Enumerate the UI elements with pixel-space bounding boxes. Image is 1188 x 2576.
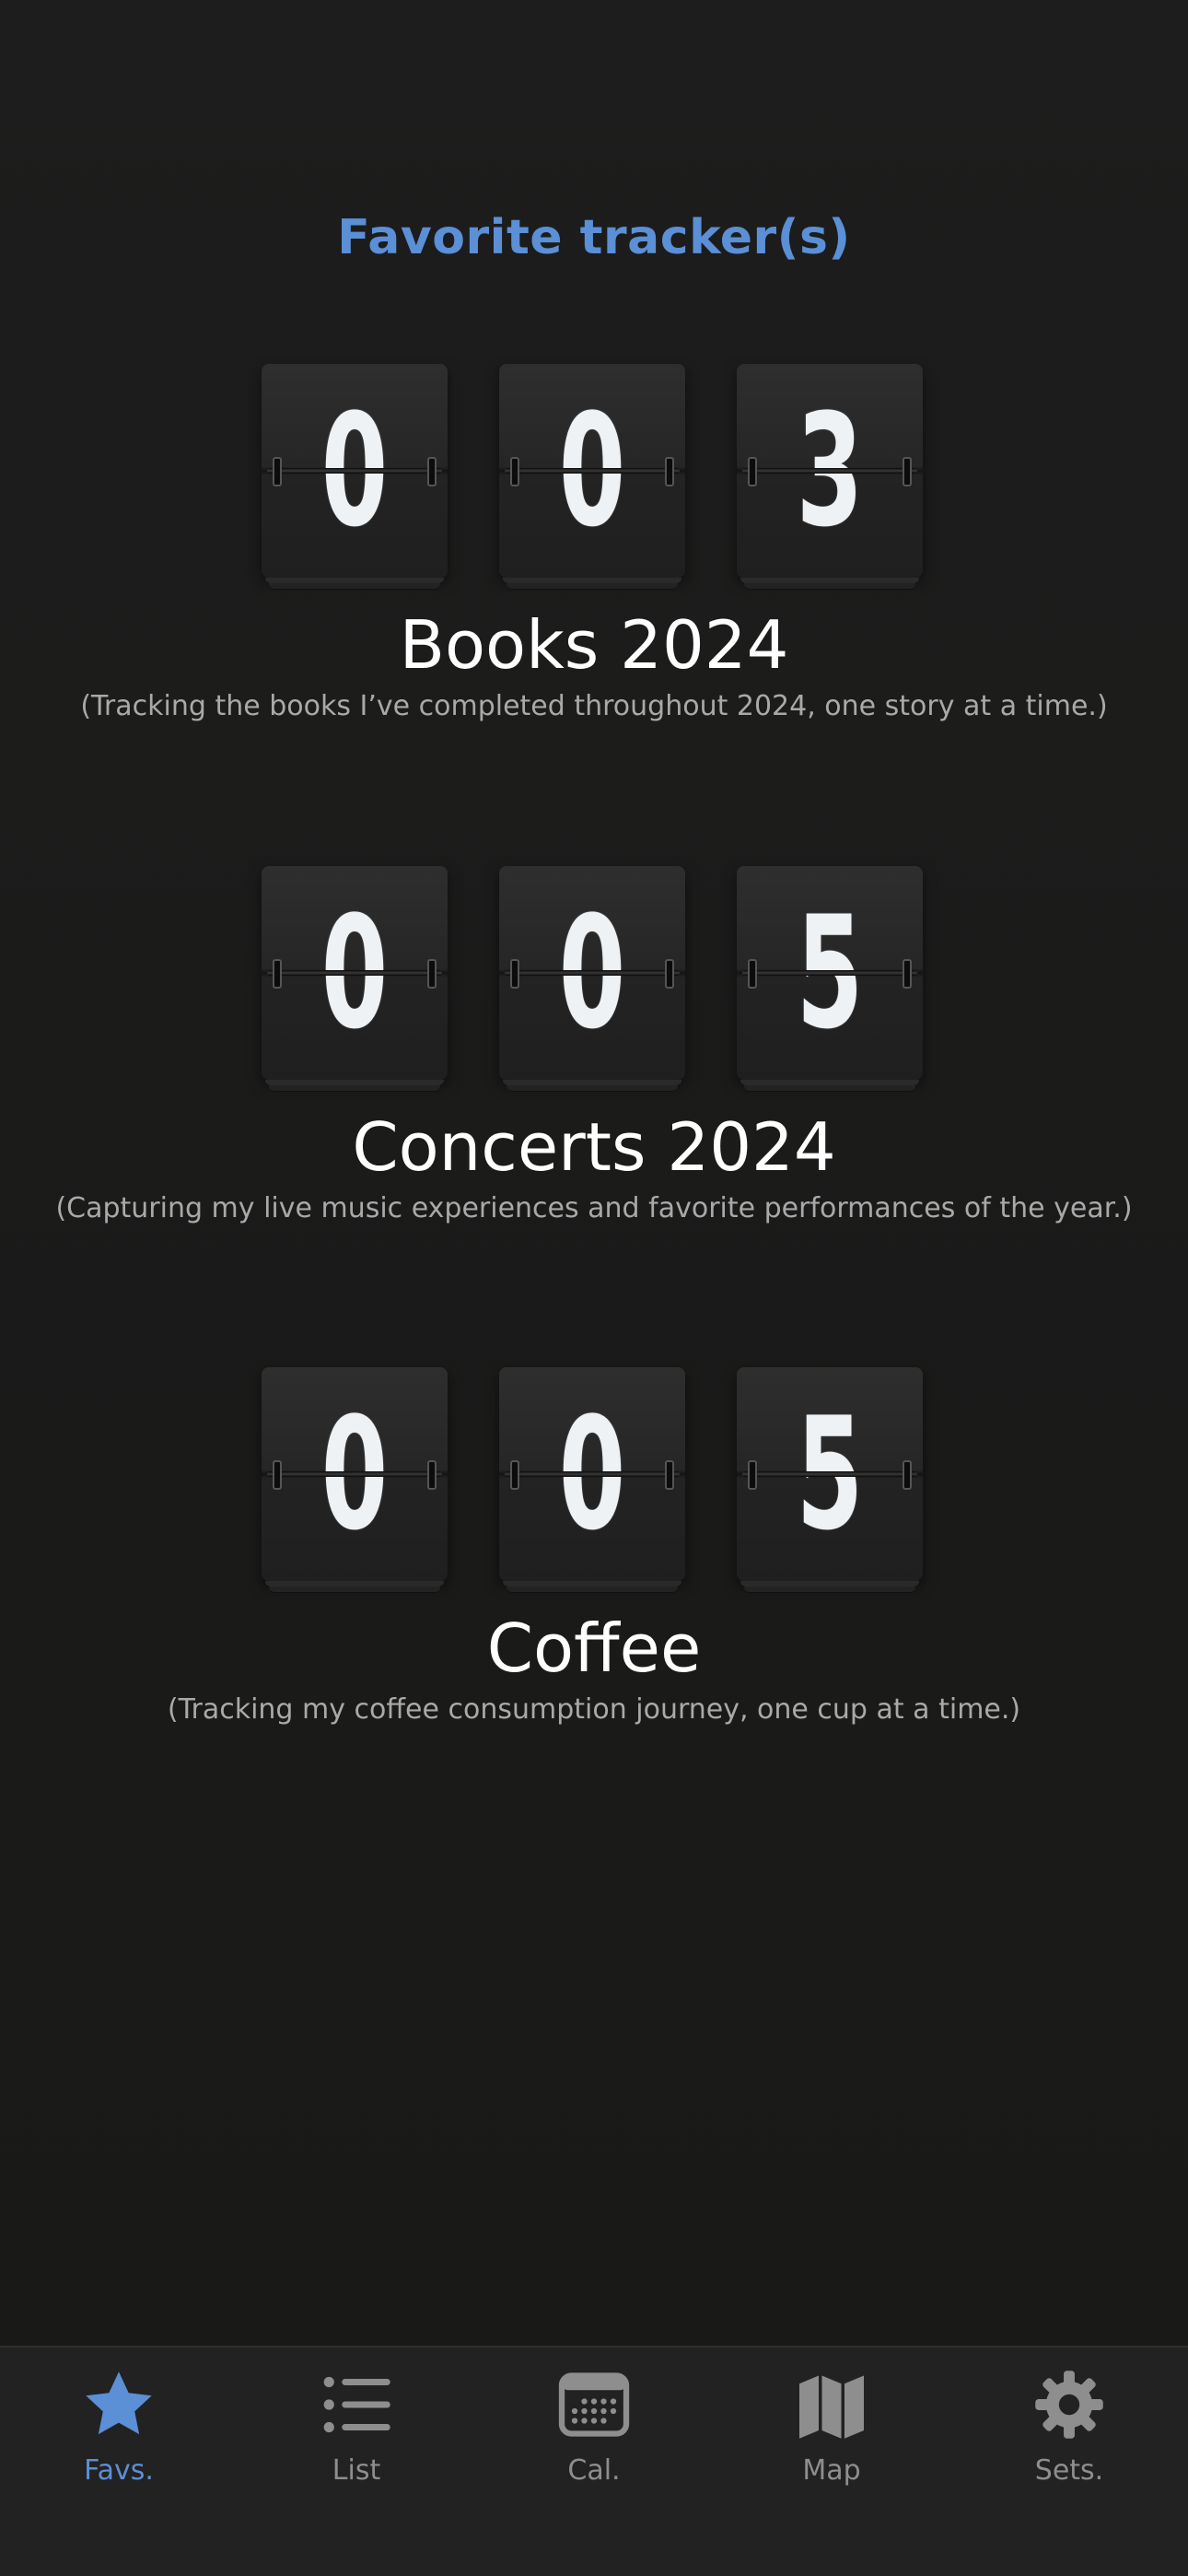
flip-digit: 0 bbox=[499, 866, 685, 1093]
tab-label: Sets. bbox=[1034, 2454, 1104, 2487]
flip-digit: 0 bbox=[262, 1367, 448, 1594]
star-icon bbox=[86, 2371, 152, 2435]
tracker-description: (Capturing my live music experiences and… bbox=[55, 1192, 1133, 1224]
tab-label: Map bbox=[802, 2454, 861, 2487]
tab-list[interactable]: List bbox=[238, 2366, 475, 2504]
calendar-icon bbox=[558, 2372, 630, 2437]
tracker-card[interactable]: 0 0 5 Concerts 2024 (Capturing my live m… bbox=[0, 866, 1188, 1229]
flip-counter: 0 0 3 bbox=[0, 364, 1188, 591]
list-icon bbox=[323, 2376, 390, 2433]
tab-bar: Favs. List Cal. Map Sets. bbox=[0, 2346, 1188, 2576]
tab-calendar[interactable]: Cal. bbox=[475, 2366, 713, 2504]
flip-digit: 5 bbox=[737, 866, 923, 1093]
flip-digit: 0 bbox=[262, 364, 448, 591]
tracker-card[interactable]: 0 0 3 Books 2024 (Tracking the books I’v… bbox=[0, 364, 1188, 727]
flip-digit: 5 bbox=[737, 1367, 923, 1594]
tracker-card[interactable]: 0 0 5 Coffee (Tracking my coffee consump… bbox=[0, 1367, 1188, 1730]
tab-label: Cal. bbox=[567, 2454, 621, 2487]
flip-counter: 0 0 5 bbox=[0, 1367, 1188, 1594]
tab-label: Favs. bbox=[84, 2454, 154, 2487]
flip-digit: 0 bbox=[262, 866, 448, 1093]
tab-favs[interactable]: Favs. bbox=[0, 2366, 238, 2504]
flip-counter: 0 0 5 bbox=[0, 866, 1188, 1093]
flip-digit: 3 bbox=[737, 364, 923, 591]
screen: Favorite tracker(s) 0 0 3 Books 2024 (Tr… bbox=[0, 0, 1188, 2576]
tracker-description: (Tracking the books I’ve completed throu… bbox=[80, 690, 1108, 722]
flip-digit: 0 bbox=[499, 1367, 685, 1594]
tracker-name: Concerts 2024 bbox=[352, 1108, 836, 1186]
tracker-description: (Tracking my coffee consumption journey,… bbox=[167, 1693, 1021, 1726]
tab-map[interactable]: Map bbox=[713, 2366, 950, 2504]
tab-settings[interactable]: Sets. bbox=[950, 2366, 1188, 2504]
tracker-name: Coffee bbox=[486, 1610, 702, 1687]
flip-digit: 0 bbox=[499, 364, 685, 591]
map-icon bbox=[799, 2375, 864, 2439]
tracker-name: Books 2024 bbox=[399, 606, 789, 684]
tab-label: List bbox=[332, 2454, 381, 2487]
page-title: Favorite tracker(s) bbox=[337, 210, 851, 265]
gear-icon bbox=[1035, 2371, 1103, 2439]
